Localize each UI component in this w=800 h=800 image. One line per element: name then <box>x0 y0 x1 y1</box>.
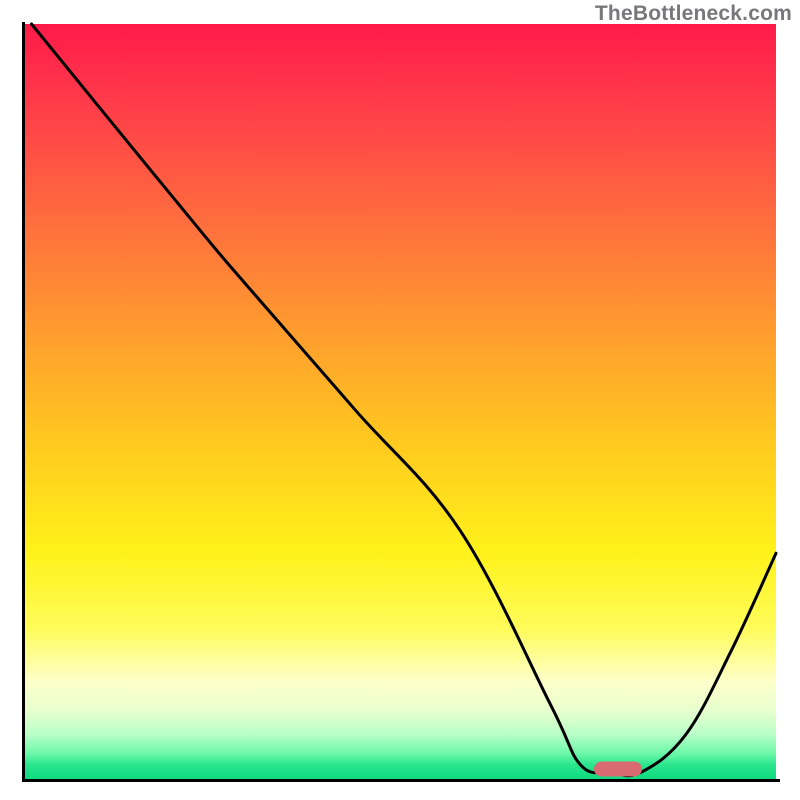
optimal-marker <box>594 761 642 776</box>
chart-gradient-background <box>24 24 776 780</box>
y-axis <box>22 22 25 782</box>
bottleneck-chart: TheBottleneck.com <box>0 0 800 800</box>
watermark-text: TheBottleneck.com <box>595 2 792 26</box>
x-axis <box>22 779 780 782</box>
